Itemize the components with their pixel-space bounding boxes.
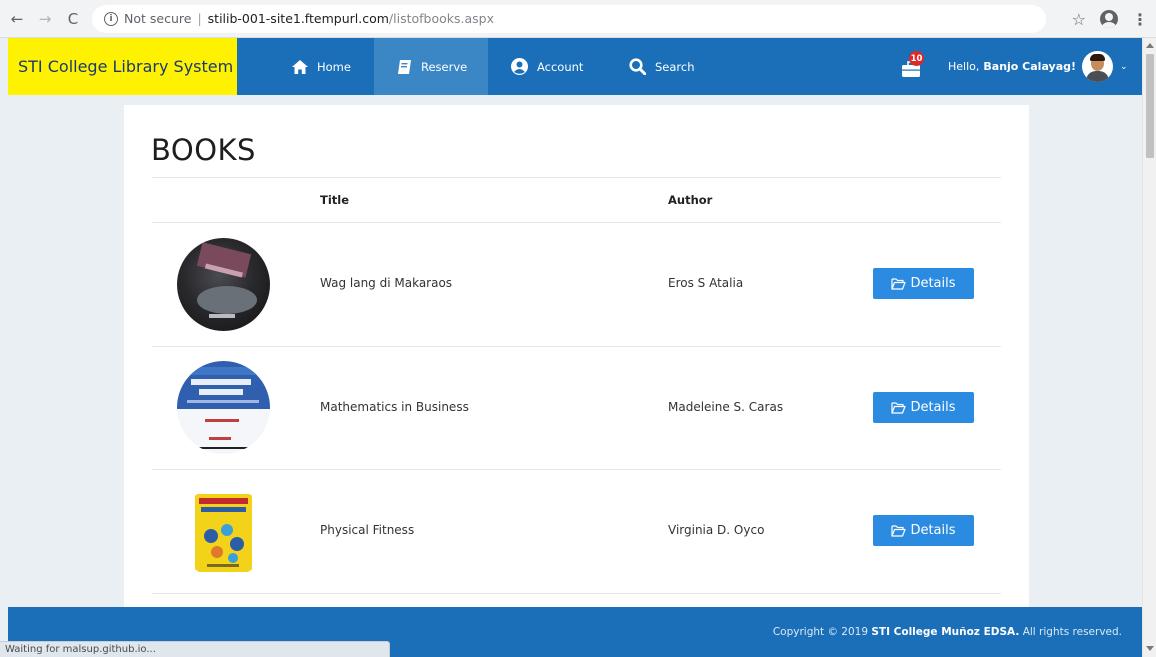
book-author: Madeleine S. Caras: [668, 400, 784, 414]
page-scrollbar[interactable]: [1142, 38, 1156, 657]
nav-account-label: Account: [537, 59, 584, 74]
book-title: Physical Fitness: [320, 523, 415, 537]
dark-book-cover: [177, 238, 270, 331]
address-separator: |: [197, 11, 202, 26]
nav-home[interactable]: Home: [292, 38, 351, 95]
table-row: Physical Fitness Virginia D. Oyco Detail…: [124, 470, 1029, 593]
divider: [152, 177, 1001, 178]
folder-open-icon: [891, 524, 907, 537]
scroll-thumb[interactable]: [1146, 54, 1154, 158]
details-label: Details: [910, 400, 956, 415]
details-label: Details: [910, 523, 956, 538]
greeting-prefix: Hello,: [948, 60, 980, 73]
security-label: Not secure: [124, 11, 192, 26]
nav-reserve-label: Reserve: [421, 59, 468, 74]
search-icon: [629, 58, 646, 75]
book-author: Eros S Atalia: [668, 276, 744, 290]
bookmark-star-icon[interactable]: ☆: [1072, 10, 1086, 29]
avatar[interactable]: [1082, 51, 1113, 82]
books-card: BOOKS Title Author Wag lang di Makaraos …: [124, 105, 1029, 607]
copyright-prefix: Copyright © 2019: [772, 626, 869, 638]
reload-icon[interactable]: C: [62, 8, 84, 30]
scroll-down-arrow-icon[interactable]: [1146, 646, 1154, 651]
book-title: Mathematics in Business: [320, 400, 469, 414]
user-name: Banjo Calayag!: [983, 60, 1077, 73]
back-arrow-icon[interactable]: ←: [6, 8, 28, 30]
nav-search[interactable]: Search: [629, 38, 695, 95]
yellow-book-cover: [177, 486, 270, 579]
book-icon: [396, 59, 412, 75]
copyright-suffix: All rights reserved.: [1022, 626, 1122, 638]
browser-toolbar: ← → C i Not secure | stilib-001-site1.ft…: [0, 0, 1156, 38]
book-author: Virginia D. Oyco: [668, 523, 765, 537]
chevron-down-icon[interactable]: ⌄: [1120, 38, 1128, 95]
copyright-text: Copyright © 2019 STI College Muñoz EDSA.…: [773, 626, 1122, 638]
home-icon: [292, 59, 308, 74]
details-button[interactable]: Details: [873, 392, 974, 423]
notification-badge: 10: [909, 51, 924, 66]
brand-logo[interactable]: STI College Library System: [8, 38, 237, 95]
nav-account[interactable]: Account: [511, 38, 583, 95]
page-title: BOOKS: [151, 133, 256, 167]
divider: [152, 593, 1001, 594]
top-navbar: STI College Library System Home Reserve …: [8, 38, 1142, 95]
column-header-title: Title: [320, 193, 350, 207]
url-path: /listofbooks.aspx: [388, 11, 494, 26]
nav-home-label: Home: [317, 59, 351, 74]
folder-open-icon: [891, 277, 907, 290]
browser-status-bar: Waiting for malsup.github.io...: [0, 641, 390, 657]
browser-profile-icon[interactable]: [1100, 10, 1118, 28]
forward-arrow-icon[interactable]: →: [34, 8, 56, 30]
blue-book-cover: [177, 361, 270, 454]
scroll-up-arrow-icon[interactable]: [1146, 43, 1154, 48]
details-label: Details: [910, 276, 956, 291]
details-button[interactable]: Details: [873, 515, 974, 546]
nav-reserve[interactable]: Reserve: [374, 38, 488, 95]
browser-menu-icon[interactable]: ⋮: [1132, 10, 1148, 29]
account-icon: [511, 58, 528, 75]
table-row: Wag lang di Makaraos Eros S Atalia Detai…: [124, 223, 1029, 346]
details-button[interactable]: Details: [873, 268, 974, 299]
folder-open-icon: [891, 401, 907, 414]
column-header-author: Author: [668, 193, 713, 207]
table-row: Mathematics in Business Madeleine S. Car…: [124, 347, 1029, 470]
user-greeting: Hello, Banjo Calayag!: [948, 38, 1076, 95]
nav-search-label: Search: [655, 59, 695, 74]
url-host: stilib-001-site1.ftempurl.com: [207, 11, 389, 26]
notifications-button[interactable]: 10: [902, 51, 924, 81]
book-title: Wag lang di Makaraos: [320, 276, 453, 290]
address-bar[interactable]: i Not secure | stilib-001-site1.ftempurl…: [92, 4, 1046, 33]
info-icon[interactable]: i: [104, 11, 118, 26]
copyright-org: STI College Muñoz EDSA.: [871, 626, 1020, 638]
